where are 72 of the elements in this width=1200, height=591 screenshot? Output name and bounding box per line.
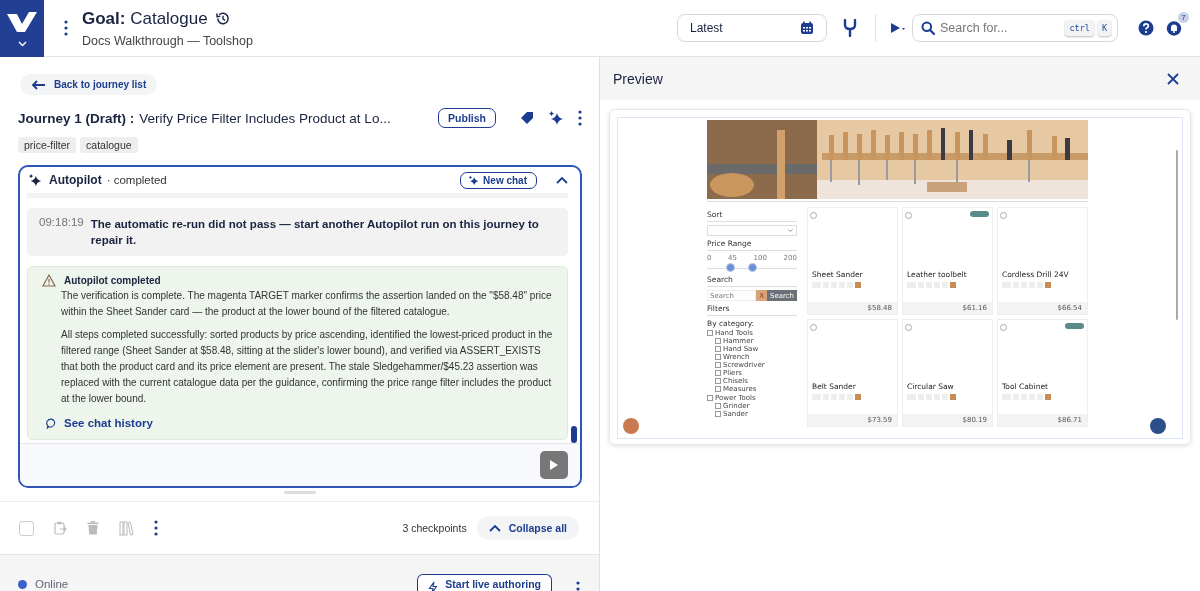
resize-handle[interactable] — [284, 491, 316, 494]
tag-chip[interactable]: catalogue — [80, 137, 138, 153]
sparkle-icon[interactable] — [548, 110, 564, 126]
warning-icon — [42, 274, 56, 287]
avatar-icon — [905, 212, 912, 219]
rating-drawing — [907, 282, 959, 288]
message-text: The automatic re-run did not pass — start another Autopilot run on this journey to repair it. — [90, 217, 540, 248]
new-chat-button[interactable]: New chat — [460, 171, 537, 189]
rating-drawing — [1002, 394, 1054, 400]
avatar-icon — [810, 324, 817, 331]
calendar-icon — [800, 21, 814, 35]
lightning-icon — [428, 580, 439, 591]
price-slider[interactable] — [707, 262, 797, 273]
tag-icon[interactable] — [520, 111, 534, 125]
arrow-left-icon — [31, 79, 46, 90]
help-icon[interactable] — [1138, 20, 1154, 36]
chevron-up-icon — [488, 524, 501, 532]
search-icon — [921, 21, 935, 35]
start-authoring-button[interactable]: Start live authoring — [417, 574, 552, 591]
version-select[interactable]: Latest — [677, 14, 827, 42]
slider-thumb[interactable] — [747, 263, 757, 272]
app-logo[interactable] — [0, 0, 44, 57]
history-icon[interactable] — [214, 11, 230, 26]
play-icon — [549, 459, 559, 471]
sparkle-icon — [28, 173, 42, 187]
clipboard-icon[interactable] — [54, 521, 67, 535]
chat-input[interactable] — [20, 443, 580, 486]
panel-title: Autopilot — [49, 173, 102, 187]
more-icon[interactable] — [154, 520, 158, 536]
rating-drawing — [907, 394, 959, 400]
publish-button[interactable]: Publish — [438, 108, 496, 128]
collapse-icon[interactable] — [556, 176, 568, 184]
notification-icon[interactable] — [1166, 20, 1182, 36]
preview-title: Preview — [613, 70, 663, 87]
result-title: Autopilot completed — [64, 275, 161, 286]
avatar-icon — [905, 324, 912, 331]
more-icon[interactable] — [578, 110, 582, 126]
project-subtitle: Docs Walkthrough — Toolshop — [82, 33, 253, 48]
avatar-icon — [1000, 212, 1007, 219]
collapse-all-button[interactable]: Collapse all — [476, 516, 579, 540]
journey-label: Journey 1 (Draft) : — [18, 110, 135, 126]
more-icon[interactable] — [64, 20, 68, 36]
back-button[interactable]: Back to journey list — [20, 74, 158, 95]
checkpoint-count: 3 checkpoints — [402, 522, 467, 534]
chat-history-link[interactable]: See chat history — [46, 417, 555, 429]
notification-count: 7 — [1178, 12, 1189, 23]
scrollbar-thumb[interactable] — [571, 426, 577, 443]
rating-drawing — [812, 394, 864, 400]
tag-chip[interactable]: price-filter — [18, 137, 77, 153]
result-paragraph: The verification is complete. The magenta TARGET marker confirms the assertion landed on the "$58.48" price within the Sheet Sander card — the product at the lower bound of the filtered catalogue. — [61, 289, 553, 319]
sparkle-icon — [468, 174, 480, 186]
connection-status: Online — [35, 577, 69, 591]
rating-drawing — [812, 282, 864, 288]
status-dot — [18, 580, 27, 589]
play-menu-icon[interactable] — [890, 22, 906, 34]
close-icon[interactable] — [1167, 72, 1179, 85]
message-time: 09:18:19 — [39, 216, 84, 230]
scrollbar-thumb[interactable] — [1176, 150, 1178, 320]
journey-title: Verify Price Filter Includes Product at Lo... — [139, 110, 391, 126]
caret-icon — [788, 229, 793, 232]
panel-status: · completed — [106, 174, 167, 186]
chat-bubble-icon — [46, 417, 57, 429]
shortcut-key: ctrl — [1065, 20, 1094, 36]
select-checkbox[interactable] — [19, 520, 34, 536]
rating-drawing — [1002, 282, 1054, 288]
slider-thumb[interactable] — [726, 263, 736, 272]
goal-title: Goal: Catalogue — [82, 8, 208, 29]
result-paragraph: All steps completed successfully: sorted products by price ascending, identified the lowest-priced product in the filtered range (Sheet Sander at $58.48, sitting at the slider's lower bound), and verified via ASSERT_EXISTS that both the product card and its price element are present. The stale Sledgehammer/$45.23 assertion was replaced with the current catalogue data per the guidance, confirming the price range filter includes the product at the lower bound. — [61, 328, 554, 406]
avatar-icon — [1000, 324, 1007, 331]
avatar-icon — [810, 212, 817, 219]
run-button[interactable] — [540, 451, 568, 479]
branch-icon[interactable] — [843, 19, 857, 37]
